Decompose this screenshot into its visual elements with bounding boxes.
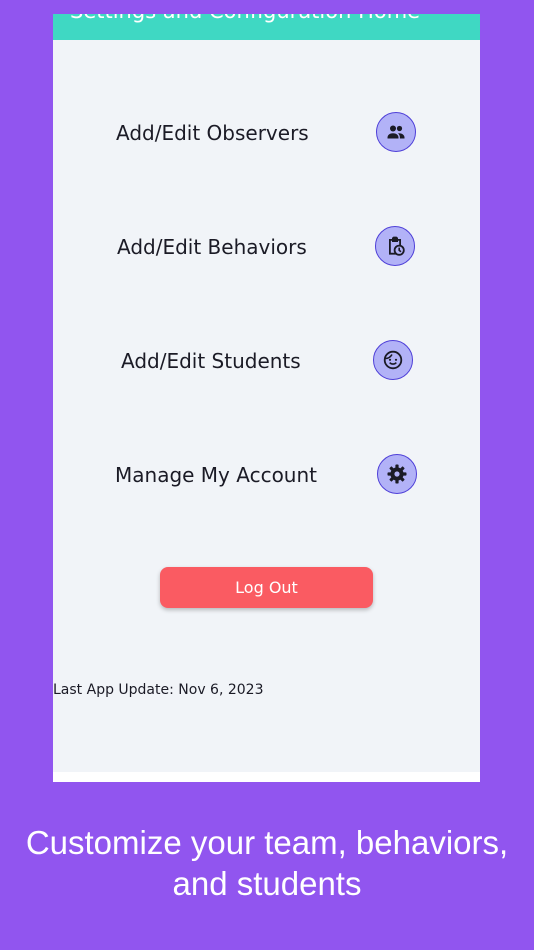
logout-button[interactable]: Log Out (160, 567, 373, 608)
menu-item-students[interactable]: Add/Edit Students (53, 336, 480, 386)
menu-item-observers[interactable]: Add/Edit Observers (53, 108, 480, 158)
child-face-icon[interactable] (373, 340, 413, 380)
menu-item-account[interactable]: Manage My Account (53, 450, 480, 500)
menu-item-behaviors[interactable]: Add/Edit Behaviors (53, 222, 480, 272)
menu-item-label[interactable]: Add/Edit Behaviors (117, 235, 307, 259)
menu-item-label[interactable]: Manage My Account (115, 463, 317, 487)
last-update-label: Last App Update: Nov 6, 2023 (53, 682, 264, 698)
caption-line: and students (172, 865, 362, 902)
caption-line: Customize your team, behaviors, (25, 824, 509, 861)
clipboard-clock-icon[interactable] (375, 226, 415, 266)
menu-item-label[interactable]: Add/Edit Observers (116, 121, 309, 145)
promo-caption: Customize your team, behaviors, and stud… (0, 822, 534, 904)
gear-icon[interactable] (377, 454, 417, 494)
app-header: Settings and Configuration Home (53, 14, 480, 40)
menu-item-label[interactable]: Add/Edit Students (121, 349, 301, 373)
app-screen: Settings and Configuration Home Add/Edit… (53, 14, 480, 782)
bottom-strip (53, 772, 480, 782)
group-icon[interactable] (376, 112, 416, 152)
page-title: Settings and Configuration Home (70, 14, 420, 23)
